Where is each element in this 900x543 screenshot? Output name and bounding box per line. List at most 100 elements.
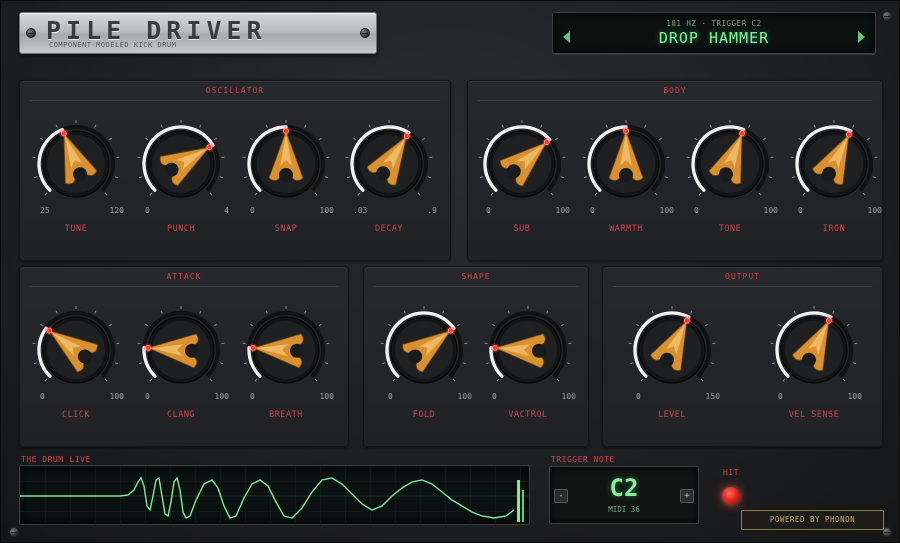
knob-label: WARMTH: [609, 224, 643, 234]
knob-tick: [546, 310, 549, 314]
knob-tick: [145, 323, 149, 327]
knob-dial[interactable]: [241, 305, 331, 395]
knob-tick: [243, 362, 248, 365]
knob-tick: [556, 378, 560, 382]
knob-dial[interactable]: [789, 119, 879, 209]
knob-decay[interactable]: .03 .9 DECAY: [337, 119, 441, 249]
knob-iron[interactable]: 0 100 IRON: [782, 119, 886, 249]
knob-dial[interactable]: [136, 119, 226, 209]
hit-button[interactable]: [720, 485, 742, 507]
knob-tick: [636, 323, 640, 327]
knob-tick: [407, 124, 410, 128]
knob-tone[interactable]: 0 100 TONE: [678, 119, 782, 249]
scope-live-indicator: LIVE: [69, 455, 91, 464]
knob-tick: [452, 378, 456, 382]
preset-next-icon[interactable]: [858, 31, 865, 43]
knob-label: CLANG: [166, 410, 196, 420]
preset-name[interactable]: DROP HAMMER: [553, 29, 875, 47]
scope-title: THE DRUM: [21, 455, 64, 464]
knob-dial[interactable]: [627, 305, 717, 395]
brand-nameplate: PILE DRIVER COMPONENT-MODELED KICK DRUM: [19, 12, 377, 54]
knob-tick: [346, 176, 351, 179]
knob-tick: [149, 192, 153, 196]
knob-level[interactable]: 0 150 LEVEL: [620, 305, 724, 435]
knob-tick: [793, 310, 796, 314]
knob-tick: [583, 176, 588, 179]
knob-max-label: 150: [705, 392, 720, 401]
section-title: ATTACK: [30, 272, 338, 287]
knob-dial[interactable]: [483, 305, 573, 395]
knob-tick: [219, 362, 224, 365]
brand-subtitle: COMPONENT-MODELED KICK DRUM: [49, 41, 177, 49]
knob-tune[interactable]: 25 120 TUNE: [24, 119, 128, 249]
knob-tick: [104, 378, 108, 382]
knob-breath[interactable]: 0 100 BREATH: [234, 305, 338, 435]
knob-label: VACTROL: [508, 410, 548, 420]
knob-tick: [209, 192, 213, 196]
knob-tick: [862, 192, 866, 196]
knob-tick: [318, 323, 322, 327]
knob-tick: [462, 362, 467, 365]
knob-indicator-led: [46, 327, 53, 334]
knob-tick: [250, 323, 254, 327]
knob-punch[interactable]: 0 4 PUNCH: [129, 119, 233, 249]
knob-tick: [265, 310, 268, 314]
knob-indicator-led: [739, 130, 746, 137]
knob-max-label: 100: [847, 392, 862, 401]
knob-min-label: 0: [636, 392, 641, 401]
knob-tick: [771, 362, 776, 365]
knob-dial[interactable]: [31, 119, 121, 209]
knob-tick: [540, 124, 543, 128]
knob-label: PUNCH: [166, 224, 196, 234]
knob-snap[interactable]: 0 100 SNAP: [234, 119, 338, 249]
knob-tick: [33, 362, 38, 365]
knob-tick: [388, 323, 392, 327]
knob-tick: [644, 124, 647, 128]
knob-dial[interactable]: [241, 119, 331, 209]
knob-warmth[interactable]: 0 100 WARMTH: [574, 119, 678, 249]
knob-dial[interactable]: [31, 305, 121, 395]
knob-vactrol[interactable]: 0 100 VACTROL: [476, 305, 580, 435]
knob-tick: [213, 323, 217, 327]
knob-tick: [421, 137, 425, 141]
knob-click[interactable]: 0 100 CLICK: [24, 305, 128, 435]
knob-tick: [852, 124, 855, 128]
knob-tick: [353, 137, 357, 141]
knob-dial[interactable]: [379, 305, 469, 395]
knob-dial[interactable]: [581, 119, 671, 209]
knob-fold[interactable]: 0 100 FOLD: [372, 305, 476, 435]
preset-display: 101 HZ · TRIGGER C2 DROP HAMMER: [552, 12, 876, 54]
knob-indicator-led: [492, 345, 498, 351]
knob-tick: [664, 176, 669, 179]
knob-tick: [442, 310, 445, 314]
knob-vel-sense[interactable]: 0 100 VEL SENSE: [762, 305, 866, 435]
knob-tick: [782, 378, 786, 382]
screw-icon: [9, 527, 19, 537]
knob-max-label: 100: [319, 206, 334, 215]
knob-dial[interactable]: [136, 305, 226, 395]
knob-tick: [108, 137, 112, 141]
knob-tick: [314, 378, 318, 382]
knob-dial[interactable]: [769, 305, 859, 395]
knob-tick: [554, 137, 558, 141]
knob-dial[interactable]: [685, 119, 775, 209]
knob-tick: [44, 192, 48, 196]
knob-tick: [486, 137, 490, 141]
knob-tick: [55, 310, 58, 314]
knob-tick: [629, 362, 634, 365]
knob-tick: [94, 310, 97, 314]
knob-max-label: 4: [224, 206, 229, 215]
knob-tick: [700, 378, 704, 382]
knob-clang[interactable]: 0 100 CLANG: [129, 305, 233, 435]
knob-tick: [324, 176, 329, 179]
knob-tick: [605, 124, 608, 128]
knob-min-label: 0: [145, 392, 150, 401]
knob-tick: [392, 378, 396, 382]
knob-sub[interactable]: 0 100 SUB: [470, 119, 574, 249]
knob-tick: [550, 192, 554, 196]
knob-dial[interactable]: [344, 119, 434, 209]
knob-tick: [145, 137, 149, 141]
knob-dial[interactable]: [477, 119, 567, 209]
knob-tick: [304, 310, 307, 314]
note-increment-button[interactable]: +: [680, 489, 694, 503]
